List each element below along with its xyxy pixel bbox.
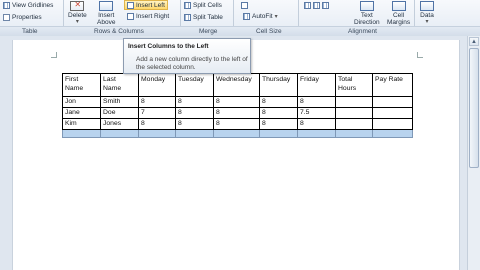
table-cell[interactable]: 8 [138,118,176,130]
table-row: Kim Jones 8 8 8 8 8 [62,118,413,130]
split-cells-button[interactable]: Split Cells [184,2,222,9]
tooltip-title: Insert Columns to the Left [128,43,209,50]
vertical-scrollbar[interactable]: ▲ [467,36,480,270]
table-cell[interactable] [335,107,373,119]
table-header-cell[interactable]: Wednesday [213,73,260,97]
table-cell[interactable]: Kim [62,118,101,130]
table-row: Jane Doe 7 8 8 8 7.5 [62,107,413,119]
table-cell[interactable]: 8 [138,96,176,108]
table-cell[interactable] [62,129,101,138]
cell-margins-icon [391,1,406,11]
margin-corner-mark [51,52,57,58]
table-header-cell[interactable]: First Name [62,73,101,97]
properties-button[interactable]: Properties [3,14,42,21]
align-top-right-icon [322,2,329,9]
table-row-selected [62,129,413,138]
table-cell[interactable]: 8 [213,96,260,108]
table-cell[interactable]: 8 [213,107,260,119]
row-height-icon [241,2,248,9]
table-cell[interactable]: 8 [259,118,298,130]
table-cell[interactable]: Jon [62,96,101,108]
cell-margins-button[interactable]: Cell Margins [387,1,410,26]
group-label-merge: Merge [199,28,218,35]
table-cell[interactable]: 7 [138,107,176,119]
table-header-cell[interactable]: Pay Rate [372,73,413,97]
table-header-cell[interactable]: Thursday [259,73,298,97]
split-table-button[interactable]: Split Table [184,14,223,21]
table-cell[interactable] [138,129,176,138]
table-header-cell[interactable]: Total Hours [335,73,373,97]
insert-right-button[interactable]: Insert Right [127,13,169,20]
data-icon [420,1,434,11]
dropdown-arrow-icon: ▾ [75,19,79,25]
table-cell[interactable]: 8 [259,96,298,108]
table-cell[interactable]: Jones [100,118,139,130]
table-cell[interactable]: 8 [259,107,298,119]
group-label-rows-columns: Rows & Columns [94,28,144,35]
cell-height-control[interactable] [241,2,248,9]
table-cell[interactable] [372,107,413,119]
table-cell[interactable] [335,96,373,108]
insert-left-icon [127,1,134,9]
insert-left-tooltip: Insert Columns to the Left Add a new col… [123,38,251,74]
table-cell[interactable] [335,129,373,138]
table-cell[interactable]: Jane [62,107,101,119]
split-table-icon [184,14,191,21]
group-label-alignment: Alignment [348,28,377,35]
view-gridlines-button[interactable]: View Gridlines [3,2,53,9]
data-button[interactable]: Data ▾ [420,1,434,26]
dropdown-arrow-icon: ▾ [425,19,429,25]
autofit-icon [243,13,250,20]
group-label-table: Table [22,28,38,35]
text-direction-icon [359,1,374,11]
table-cell[interactable]: 7.5 [297,107,336,119]
insert-above-button[interactable]: Insert Above [97,1,115,26]
align-grid[interactable] [304,2,329,9]
align-top-center-icon [313,2,320,9]
tooltip-description: Add a new column directly to the left of… [136,56,248,71]
table-cell[interactable]: 8 [175,107,214,119]
table-header-row: First Name Last Name Monday Tuesday Wednes… [62,73,413,97]
ribbon: View Gridlines Properties Delete ▾ Inser… [0,0,480,36]
table-cell[interactable]: 8 [297,96,336,108]
table-cell[interactable] [297,129,336,138]
table-cell[interactable]: Smith [100,96,139,108]
table-cell[interactable] [213,129,260,138]
insert-left-button[interactable]: Insert Left [124,0,168,10]
table-header-cell[interactable]: Monday [138,73,176,97]
table-cell[interactable] [175,129,214,138]
dropdown-arrow-icon: ▾ [274,14,278,20]
table-row: Jon Smith 8 8 8 8 8 [62,96,413,108]
table-cell[interactable]: 8 [213,118,260,130]
group-label-cell-size: Cell Size [256,28,282,35]
table-header-cell[interactable]: Tuesday [175,73,214,97]
align-top-left-icon [304,2,311,9]
table-cell[interactable] [335,118,373,130]
table-cell[interactable]: Doe [100,107,139,119]
table-cell[interactable] [100,129,139,138]
table-cell[interactable] [372,129,413,138]
insert-above-icon [99,1,114,11]
table-cell[interactable] [372,118,413,130]
table-cell[interactable] [372,96,413,108]
insert-right-icon [127,13,134,20]
table-header-cell[interactable]: Last Name [100,73,139,97]
split-cells-icon [184,2,191,9]
ribbon-group-labels: Table Rows & Columns Merge Cell Size Ali… [0,26,480,36]
properties-icon [3,14,10,21]
table-cell[interactable] [259,129,298,138]
table-cell[interactable]: 8 [297,118,336,130]
margin-corner-mark [417,52,423,58]
document-table[interactable]: First Name Last Name Monday Tuesday Wednes… [62,73,413,138]
autofit-button[interactable]: AutoFit ▾ [243,13,278,20]
scroll-up-icon[interactable]: ▲ [469,37,479,46]
table-cell[interactable]: 8 [175,118,214,130]
scrollbar-thumb[interactable] [469,48,479,168]
delete-button[interactable]: Delete ▾ [68,1,87,26]
delete-table-icon [70,1,85,11]
table-header-cell[interactable]: Friday [297,73,336,97]
table-cell[interactable]: 8 [175,96,214,108]
text-direction-button[interactable]: Text Direction [354,1,380,26]
gridlines-icon [3,2,10,9]
